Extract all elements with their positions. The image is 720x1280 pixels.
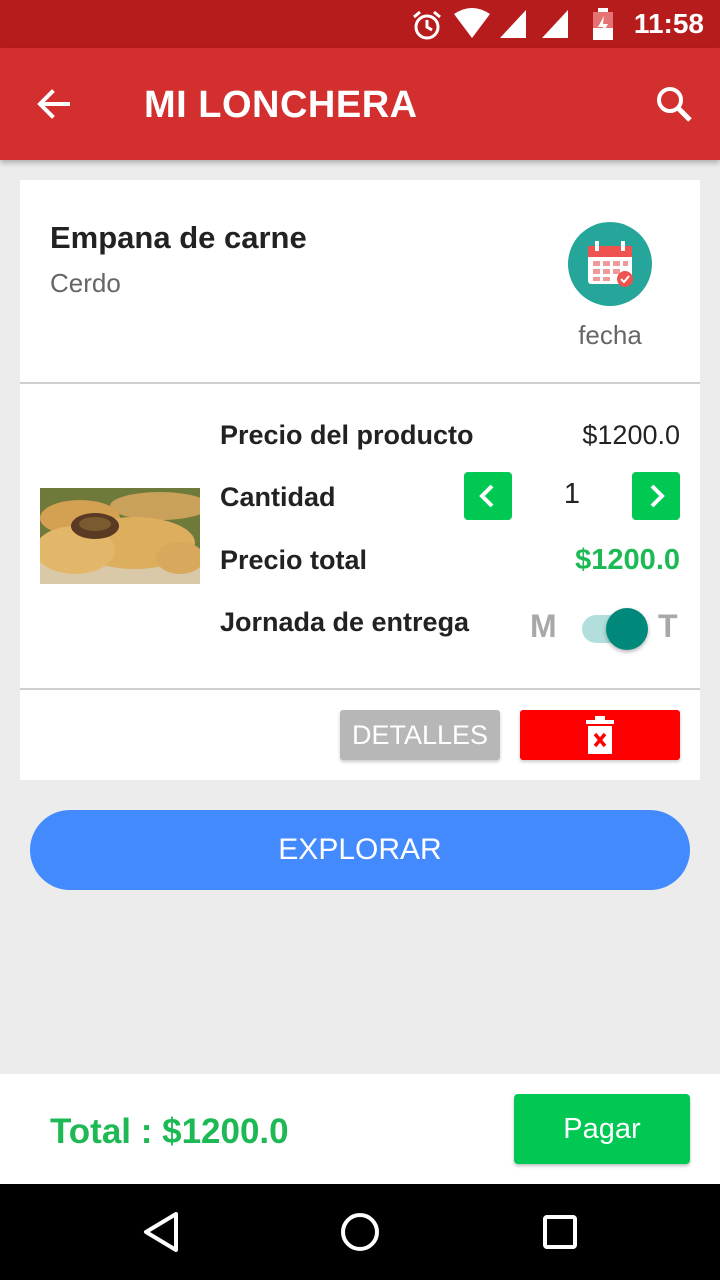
battery-icon [593, 8, 613, 40]
calendar-icon [588, 241, 633, 287]
delivery-shift-label: Jornada de entrega [220, 607, 470, 637]
explore-button[interactable]: EXPLORAR [30, 810, 690, 890]
wifi-icon [454, 8, 490, 38]
nav-home-icon[interactable] [338, 1208, 382, 1256]
status-bar: 11:58 [0, 0, 720, 48]
chevron-right-icon [650, 484, 665, 508]
total-price-label: Precio total [220, 545, 368, 575]
back-arrow-icon[interactable] [32, 82, 76, 126]
nav-recents-icon[interactable] [540, 1208, 580, 1256]
shift-afternoon-label: T [658, 608, 678, 644]
chevron-left-icon [479, 484, 494, 508]
system-nav-bar [0, 1184, 720, 1280]
price-value: $1200.0 [582, 420, 680, 450]
signal-icon [500, 10, 526, 38]
details-button[interactable]: DETALLES [340, 710, 500, 760]
total-price-value: $1200.0 [575, 544, 680, 576]
product-image [40, 488, 200, 584]
page-title: MI LONCHERA [144, 84, 418, 126]
date-label: fecha [578, 320, 642, 350]
pay-button[interactable]: Pagar [514, 1094, 690, 1164]
price-label: Precio del producto [220, 420, 474, 450]
nav-back-icon[interactable] [140, 1208, 184, 1256]
checkout-bar: Total : $1200.0 Pagar [0, 1074, 720, 1184]
quantity-label: Cantidad [220, 482, 336, 512]
product-name: Empana de carne [50, 220, 307, 255]
divider [20, 382, 700, 384]
status-time: 11:58 [633, 8, 704, 39]
divider [20, 688, 700, 690]
delete-button[interactable] [520, 710, 680, 760]
cart-total: Total : $1200.0 [50, 1112, 289, 1151]
shift-morning-label: M [530, 608, 557, 644]
cart-item-card: Empana de carne Cerdo fecha Precio del p… [20, 180, 700, 780]
search-icon[interactable] [652, 82, 696, 126]
signal-icon-2 [542, 10, 568, 38]
increase-quantity-button[interactable] [632, 472, 680, 520]
app-bar: MI LONCHERA [0, 48, 720, 160]
alarm-icon [413, 10, 441, 40]
switch-thumb[interactable] [606, 608, 648, 650]
product-subtitle: Cerdo [50, 268, 121, 298]
quantity-value: 1 [563, 478, 581, 510]
decrease-quantity-button[interactable] [464, 472, 512, 520]
delete-icon [586, 716, 614, 754]
date-button[interactable] [568, 222, 652, 306]
